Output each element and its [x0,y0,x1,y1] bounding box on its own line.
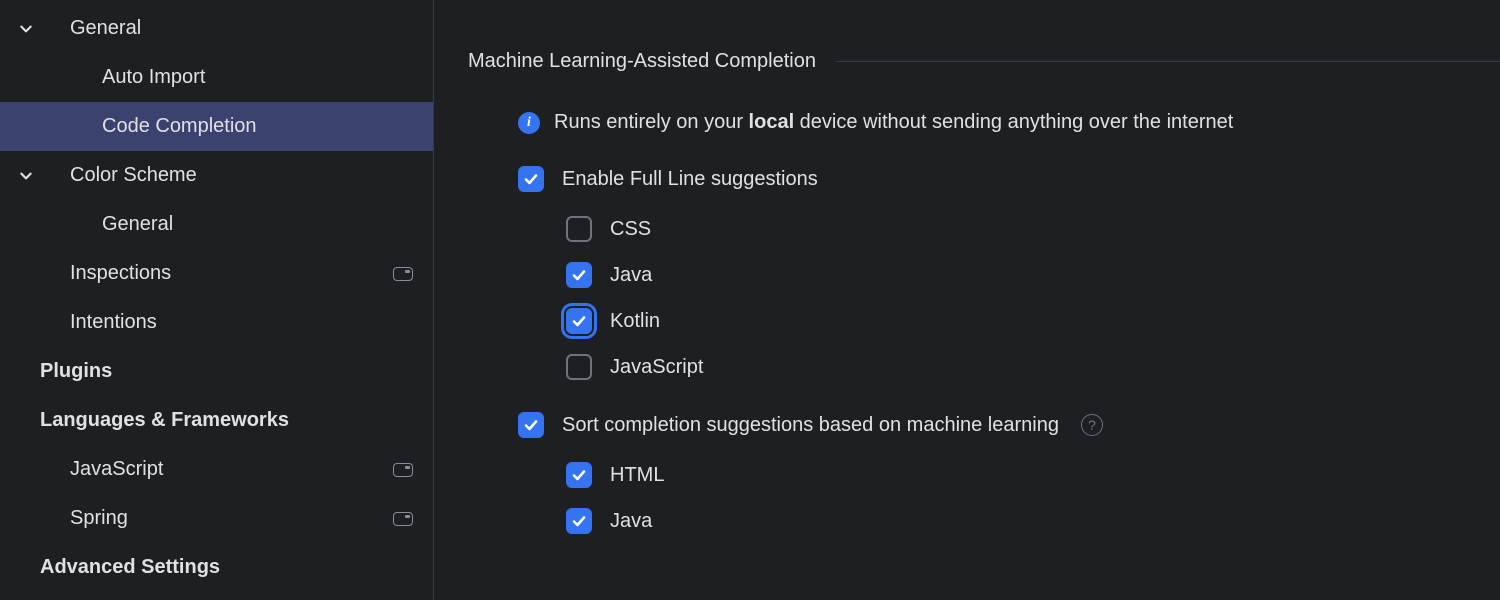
chevron-down-icon [12,169,40,183]
info-suffix: device without sending anything over the… [794,111,1233,133]
sidebar-item-code-completion[interactable]: Code Completion [0,102,433,151]
langs-full-line-checkbox-java[interactable] [566,262,592,288]
langs-full-line-label: CSS [610,218,651,241]
info-text: Runs entirely on your local device witho… [554,111,1233,134]
sidebar-item-label: Auto Import [40,66,433,89]
settings-sidebar: General Auto Import Code Completion Color S… [0,0,434,600]
sidebar-item-label: General [40,17,433,40]
langs-full-line-checkbox-kotlin[interactable] [566,308,592,334]
langs-full-line-label: Java [610,264,652,287]
sidebar-item-label: JavaScript [40,458,393,481]
section-title: Machine Learning-Assisted Completion [468,50,816,73]
sort-ml-checkbox[interactable] [518,412,544,438]
langs-full-line-checkbox-javascript[interactable] [566,354,592,380]
langs-full-line-label: Kotlin [610,310,660,333]
sidebar-item-label: Plugins [40,360,433,383]
info-row: i Runs entirely on your local device wit… [468,111,1500,134]
sidebar-item-label: Code Completion [40,115,433,138]
extension-badge-icon [393,512,413,526]
langs-sort-label: HTML [610,464,664,487]
sidebar-item-label: Color Scheme [40,164,433,187]
langs-sort-checkbox-html[interactable] [566,462,592,488]
extension-badge-icon [393,267,413,281]
sidebar-item-advanced-settings[interactable]: Advanced Settings [0,543,433,592]
sidebar-item-label: Languages & Frameworks [40,409,433,432]
langs-sort-checkbox-java[interactable] [566,508,592,534]
sidebar-item-general[interactable]: General [0,4,433,53]
langs-sort-row-html[interactable]: HTML [468,462,1500,488]
sidebar-item-label: Advanced Settings [40,556,433,579]
langs-full-line-row-kotlin[interactable]: Kotlin [468,308,1500,334]
enable-full-line-checkbox[interactable] [518,166,544,192]
sort-ml-label: Sort completion suggestions based on mac… [562,414,1059,437]
section-header: Machine Learning-Assisted Completion [468,50,1500,73]
sidebar-item-label: Spring [40,507,393,530]
sidebar-item-label: Intentions [40,311,433,334]
sidebar-item-javascript[interactable]: JavaScript [0,445,433,494]
enable-full-line-row[interactable]: Enable Full Line suggestions [468,166,1500,192]
chevron-down-icon [12,22,40,36]
langs-full-line-row-java[interactable]: Java [468,262,1500,288]
sort-ml-row[interactable]: Sort completion suggestions based on mac… [468,412,1500,438]
langs-full-line-row-javascript[interactable]: JavaScript [468,354,1500,380]
sidebar-item-auto-import[interactable]: Auto Import [0,53,433,102]
enable-full-line-label: Enable Full Line suggestions [562,168,818,191]
langs-sort-row-java[interactable]: Java [468,508,1500,534]
settings-main-panel: Machine Learning-Assisted Completion i R… [434,0,1500,600]
sidebar-item-label: General [40,213,433,236]
langs-full-line-row-css[interactable]: CSS [468,216,1500,242]
section-rule [836,61,1500,62]
langs-full-line-checkbox-css[interactable] [566,216,592,242]
info-icon: i [518,112,540,134]
sidebar-item-general[interactable]: General [0,200,433,249]
langs-full-line-label: JavaScript [610,356,703,379]
sidebar-item-languages-frameworks[interactable]: Languages & Frameworks [0,396,433,445]
help-icon[interactable]: ? [1081,414,1103,436]
sidebar-item-color-scheme[interactable]: Color Scheme [0,151,433,200]
info-prefix: Runs entirely on your [554,111,749,133]
sidebar-item-plugins[interactable]: Plugins [0,347,433,396]
sidebar-item-spring[interactable]: Spring [0,494,433,543]
sidebar-item-inspections[interactable]: Inspections [0,249,433,298]
sidebar-item-intentions[interactable]: Intentions [0,298,433,347]
extension-badge-icon [393,463,413,477]
langs-sort-label: Java [610,510,652,533]
sidebar-item-label: Inspections [40,262,393,285]
info-bold: local [749,111,795,133]
